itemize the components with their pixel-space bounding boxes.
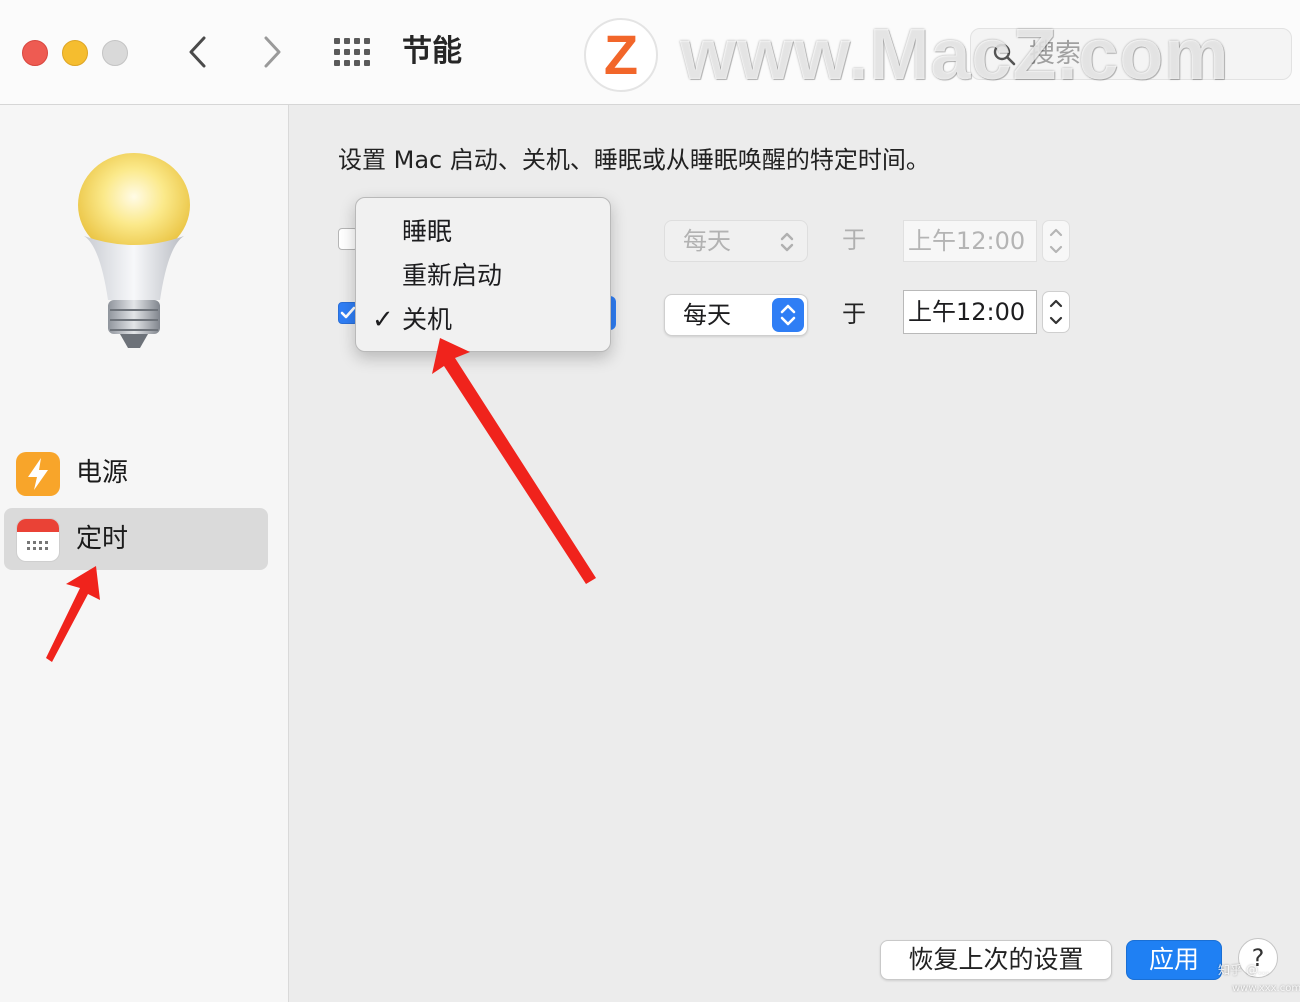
menu-item-sleep[interactable]: 睡眠	[356, 210, 610, 254]
calendar-icon	[16, 518, 60, 562]
schedule-row2-time-stepper[interactable]	[1042, 291, 1070, 333]
show-all-grid-button[interactable]	[334, 38, 372, 66]
at-label: 于	[842, 300, 866, 328]
window-title: 节能	[402, 34, 462, 69]
sidebar-item-label: 电源	[76, 458, 129, 488]
menu-item-restart[interactable]: 重新启动	[356, 254, 610, 298]
watermark-logo: Z	[584, 18, 658, 92]
apply-button[interactable]: 应用	[1126, 940, 1222, 980]
sidebar-item-power[interactable]: 电源	[4, 442, 268, 504]
back-button[interactable]	[180, 32, 216, 72]
stepper-arrows-icon	[1049, 228, 1063, 254]
zoom-window-button[interactable]	[102, 40, 128, 66]
lightning-bolt-icon	[16, 452, 60, 496]
chevron-right-icon	[264, 36, 281, 68]
at-label: 于	[842, 226, 866, 254]
watermark-text: www.MacZ.com	[680, 15, 1230, 95]
corner-watermark-url: www.xxx.com	[1232, 983, 1300, 994]
revert-button[interactable]: 恢复上次的设置	[880, 940, 1112, 980]
forward-button[interactable]	[254, 32, 290, 72]
stepper-arrows-icon	[1049, 299, 1063, 325]
schedule-description: 设置 Mac 启动、关机、睡眠或从睡眠唤醒的特定时间。	[338, 146, 930, 174]
schedule-row1-frequency-select[interactable]: 每天	[664, 220, 808, 262]
checkmark-icon: ✓	[372, 305, 394, 335]
titlebar: 节能 搜索 Z www.MacZ.com	[0, 0, 1300, 105]
up-down-chevron-icon	[772, 298, 804, 332]
close-window-button[interactable]	[22, 40, 48, 66]
chevron-left-icon	[189, 36, 206, 68]
sidebar-item-schedule[interactable]: 定时	[4, 508, 268, 570]
schedule-row1-time-field[interactable]: 上午12:00	[903, 220, 1037, 262]
action-dropdown-menu: 睡眠 重新启动 ✓ 关机	[355, 197, 611, 352]
energy-saver-bulb-icon	[78, 153, 190, 348]
schedule-row1-time-stepper[interactable]	[1042, 220, 1070, 262]
schedule-row2-time-field[interactable]: 上午12:00	[903, 290, 1037, 334]
frequency-value: 每天	[683, 301, 731, 329]
menu-item-shutdown[interactable]: ✓ 关机	[356, 298, 610, 342]
schedule-row2-frequency-select[interactable]: 每天	[664, 294, 808, 336]
frequency-value: 每天	[683, 227, 731, 255]
minimize-window-button[interactable]	[62, 40, 88, 66]
corner-watermark: 知乎 @...	[1218, 963, 1270, 977]
sidebar-item-label: 定时	[76, 524, 129, 554]
up-down-chevron-icon	[780, 232, 794, 252]
